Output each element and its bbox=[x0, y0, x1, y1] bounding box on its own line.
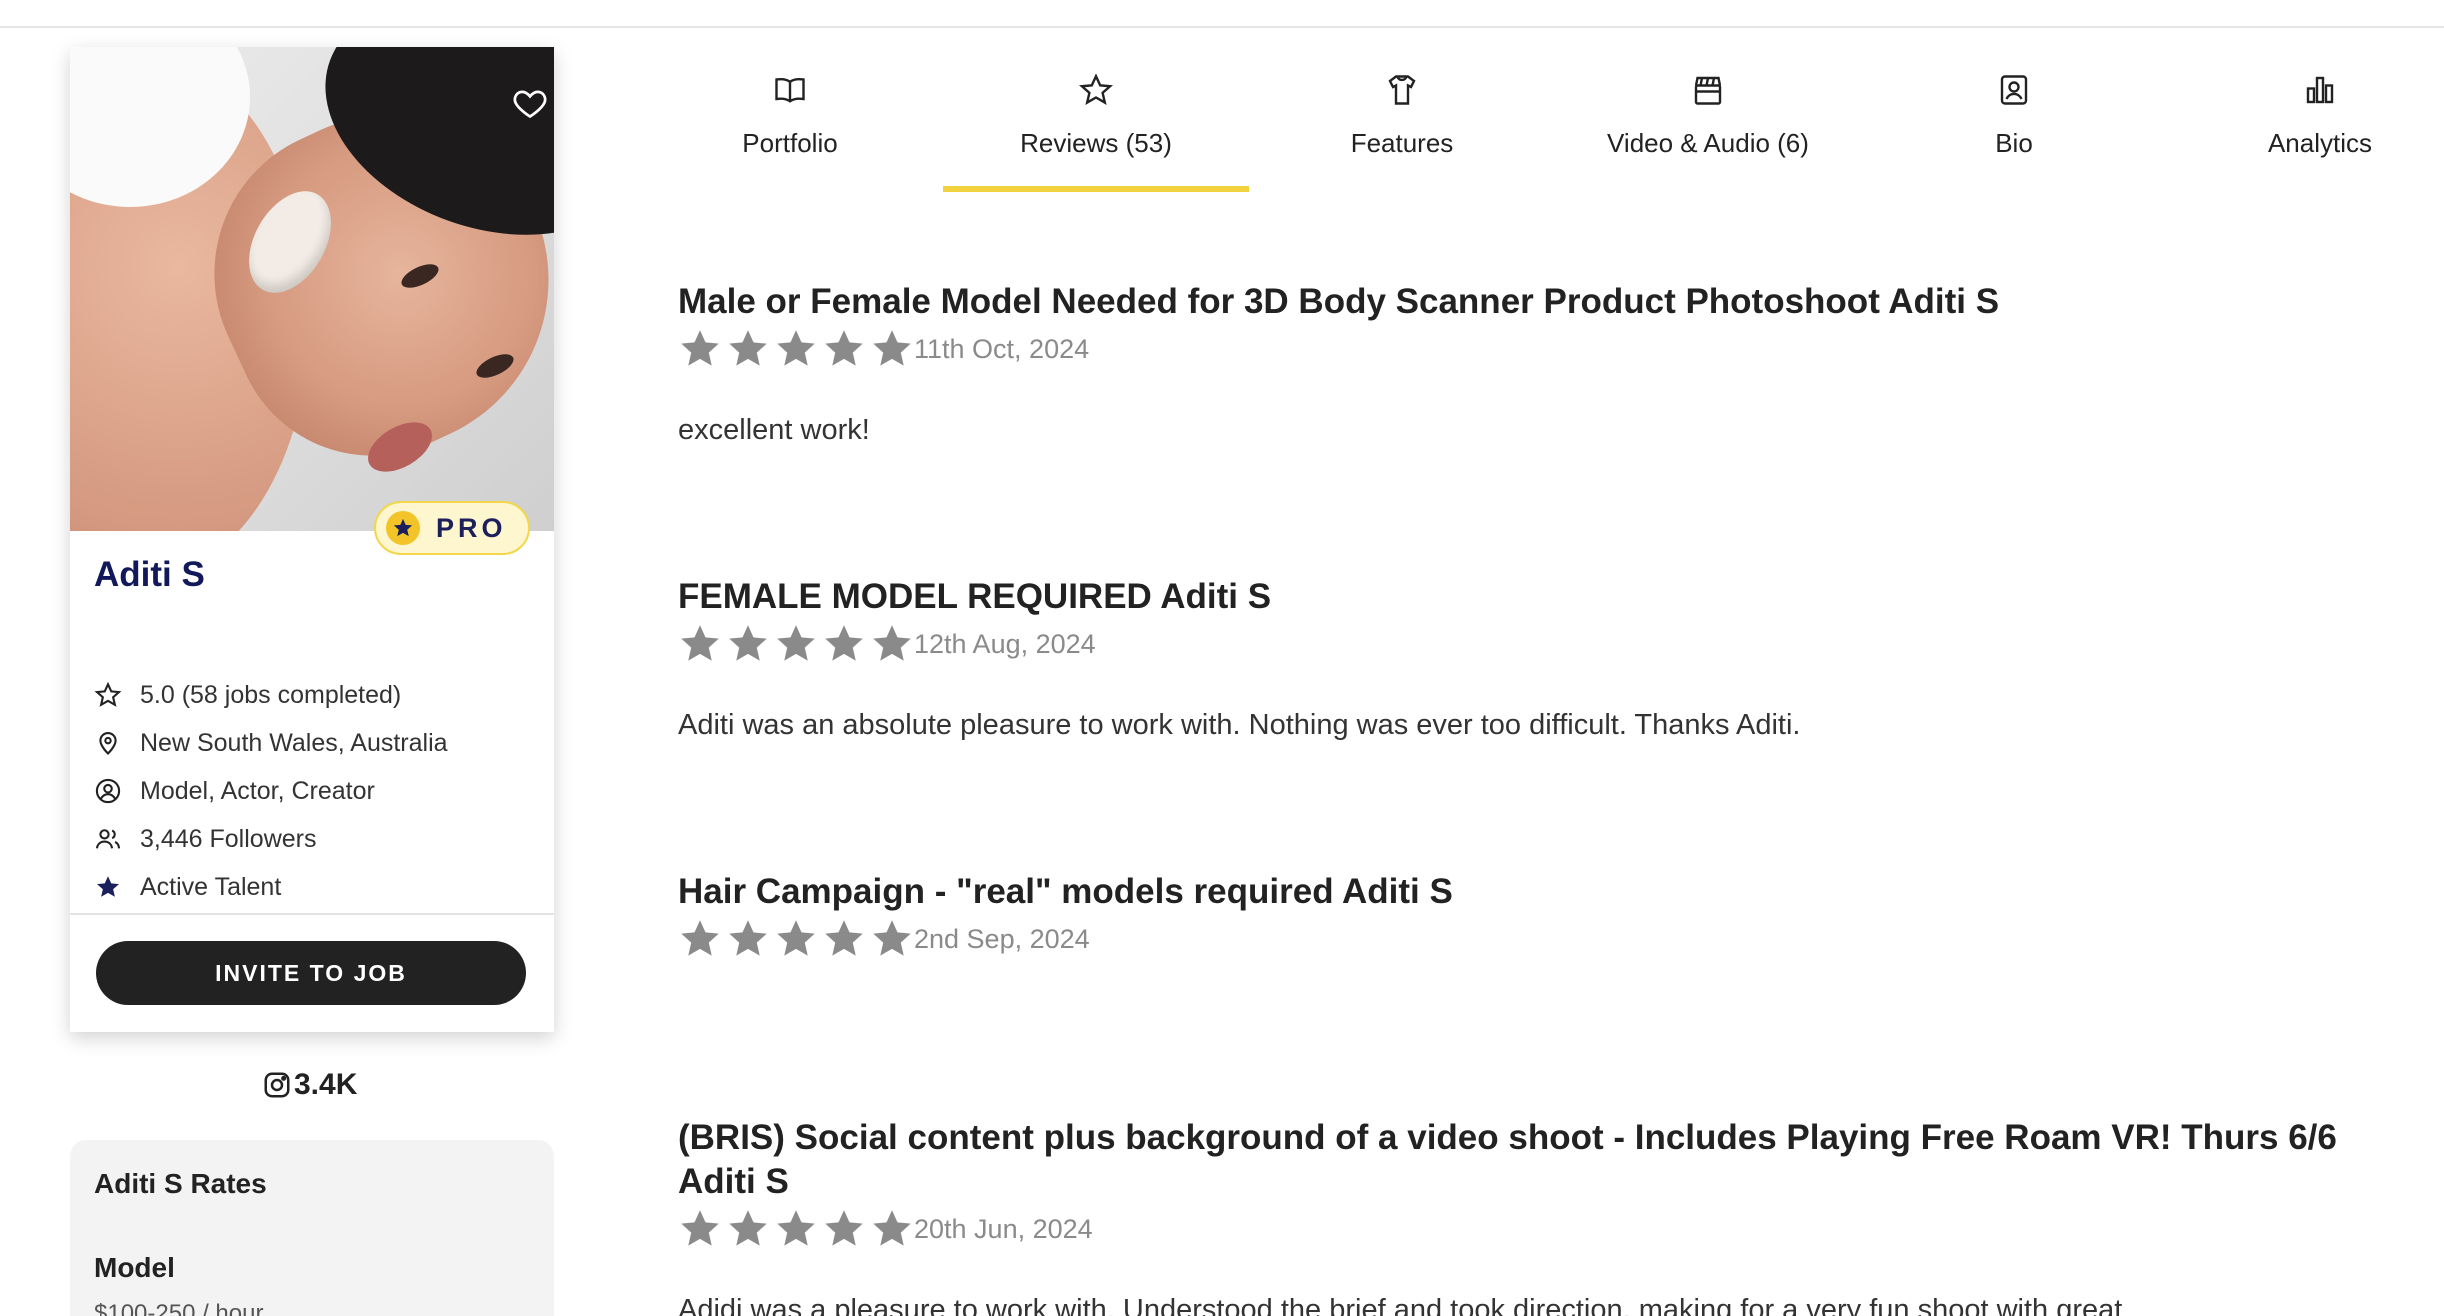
star-icon bbox=[729, 1210, 767, 1246]
pro-badge: PRO bbox=[374, 501, 530, 555]
review-item: (BRIS) Social content plus background of… bbox=[678, 1116, 2378, 1316]
star-icon bbox=[777, 330, 815, 366]
instagram-icon bbox=[264, 1072, 290, 1098]
followers-row: 3,446 Followers bbox=[94, 815, 534, 863]
star-icon bbox=[873, 625, 911, 661]
tab-features[interactable]: Features bbox=[1249, 60, 1555, 192]
roles-row: Model, Actor, Creator bbox=[94, 767, 534, 815]
review-date: 20th Jun, 2024 bbox=[914, 1213, 1093, 1244]
star-icon bbox=[873, 1210, 911, 1246]
invite-to-job-button[interactable]: INVITE TO JOB bbox=[96, 941, 526, 1005]
star-rating bbox=[678, 622, 918, 666]
pro-label: PRO bbox=[436, 512, 507, 543]
star-icon bbox=[825, 920, 863, 956]
tab-label: Analytics bbox=[2267, 128, 2373, 158]
star-icon bbox=[825, 1210, 863, 1246]
rates-panel: Aditi S Rates Model $100-250 / hour bbox=[70, 1140, 554, 1316]
review-item: FEMALE MODEL REQUIRED Aditi S 12th Aug, … bbox=[678, 575, 2358, 745]
star-icon bbox=[825, 625, 863, 661]
star-outline-icon bbox=[94, 681, 122, 707]
review-text: excellent work! bbox=[678, 414, 870, 446]
star-icon bbox=[777, 1210, 815, 1246]
star-icon bbox=[386, 511, 420, 545]
star-icon bbox=[777, 920, 815, 956]
review-title[interactable]: FEMALE MODEL REQUIRED Aditi S bbox=[678, 575, 2358, 619]
rates-model-value: $100-250 / hour bbox=[94, 1300, 264, 1316]
tab-reviews[interactable]: Reviews (53) bbox=[943, 60, 1249, 192]
star-icon bbox=[729, 920, 767, 956]
rates-model-label: Model bbox=[94, 1252, 175, 1283]
review-title[interactable]: Hair Campaign - "real" models required A… bbox=[678, 870, 2358, 914]
profile-info-list: 5.0 (58 jobs completed) New South Wales,… bbox=[94, 671, 534, 911]
review-text: Aditi was an absolute pleasure to work w… bbox=[678, 709, 1801, 741]
review-text: Adidi was a pleasure to work with. Under… bbox=[678, 1294, 2123, 1316]
review-title[interactable]: Male or Female Model Needed for 3D Body … bbox=[678, 280, 2358, 324]
shirt-icon bbox=[1388, 75, 1416, 105]
top-bar bbox=[0, 0, 2444, 28]
tab-label: Reviews (53) bbox=[1020, 128, 1172, 158]
tab-analytics[interactable]: Analytics bbox=[2167, 60, 2444, 192]
review-meta: 20th Jun, 2024 bbox=[678, 1206, 2378, 1252]
location-pin-icon bbox=[99, 732, 117, 755]
tab-video-audio[interactable]: Video & Audio (6) bbox=[1555, 60, 1861, 192]
review-date: 12th Aug, 2024 bbox=[914, 628, 1096, 659]
review-meta: 12th Aug, 2024 bbox=[678, 621, 2358, 667]
tab-label: Video & Audio (6) bbox=[1607, 128, 1809, 158]
review-meta: 11th Oct, 2024 bbox=[678, 326, 2358, 372]
tab-label: Bio bbox=[1995, 128, 2033, 158]
users-icon bbox=[95, 829, 121, 849]
status-text: Active Talent bbox=[140, 872, 282, 901]
star-outline-icon bbox=[1079, 73, 1113, 106]
favorite-heart-icon[interactable] bbox=[512, 85, 548, 121]
star-icon bbox=[681, 1210, 719, 1246]
star-icon bbox=[825, 330, 863, 366]
rates-title: Aditi S Rates bbox=[94, 1168, 267, 1199]
review-date: 2nd Sep, 2024 bbox=[914, 923, 1090, 954]
profile-card: PRO Aditi S 5.0 (58 jobs completed) New … bbox=[70, 47, 554, 1032]
profile-tabs: Portfolio Reviews (53) Features Video & … bbox=[637, 60, 2444, 192]
star-icon bbox=[681, 920, 719, 956]
tab-bio[interactable]: Bio bbox=[1861, 60, 2167, 192]
star-rating bbox=[678, 917, 918, 961]
star-filled-icon bbox=[97, 876, 119, 897]
star-rating bbox=[678, 327, 918, 371]
clapperboard-icon bbox=[1694, 76, 1722, 105]
star-icon bbox=[681, 625, 719, 661]
location-text: New South Wales, Australia bbox=[140, 728, 448, 757]
user-card-icon bbox=[2000, 75, 2028, 105]
user-circle-icon bbox=[95, 778, 121, 804]
review-item: Hair Campaign - "real" models required A… bbox=[678, 870, 2358, 962]
rating-row: 5.0 (58 jobs completed) bbox=[94, 671, 534, 719]
card-divider bbox=[70, 913, 554, 915]
bar-chart-icon bbox=[2306, 76, 2334, 104]
location-row: New South Wales, Australia bbox=[94, 719, 534, 767]
star-rating bbox=[678, 1207, 918, 1251]
review-item: Male or Female Model Needed for 3D Body … bbox=[678, 280, 2358, 450]
star-icon bbox=[729, 330, 767, 366]
review-title[interactable]: (BRIS) Social content plus background of… bbox=[678, 1116, 2378, 1204]
roles-text: Model, Actor, Creator bbox=[140, 776, 375, 805]
rating-text: 5.0 (58 jobs completed) bbox=[140, 680, 402, 709]
book-icon bbox=[775, 78, 805, 103]
instagram-count: 3.4K bbox=[294, 1068, 358, 1101]
star-icon bbox=[777, 625, 815, 661]
instagram-link[interactable]: 3.4K bbox=[262, 1068, 357, 1102]
status-row: Active Talent bbox=[94, 863, 534, 911]
star-icon bbox=[873, 330, 911, 366]
review-date: 11th Oct, 2024 bbox=[914, 333, 1090, 364]
star-icon bbox=[873, 920, 911, 956]
tab-portfolio[interactable]: Portfolio bbox=[637, 60, 943, 192]
star-icon bbox=[681, 330, 719, 366]
review-meta: 2nd Sep, 2024 bbox=[678, 916, 2358, 962]
active-tab-indicator bbox=[943, 186, 1249, 192]
profile-name: Aditi S bbox=[94, 555, 205, 594]
tab-label: Portfolio bbox=[742, 128, 838, 158]
profile-photo[interactable] bbox=[70, 47, 554, 531]
followers-text: 3,446 Followers bbox=[140, 824, 317, 853]
tab-label: Features bbox=[1350, 128, 1454, 158]
star-icon bbox=[729, 625, 767, 661]
